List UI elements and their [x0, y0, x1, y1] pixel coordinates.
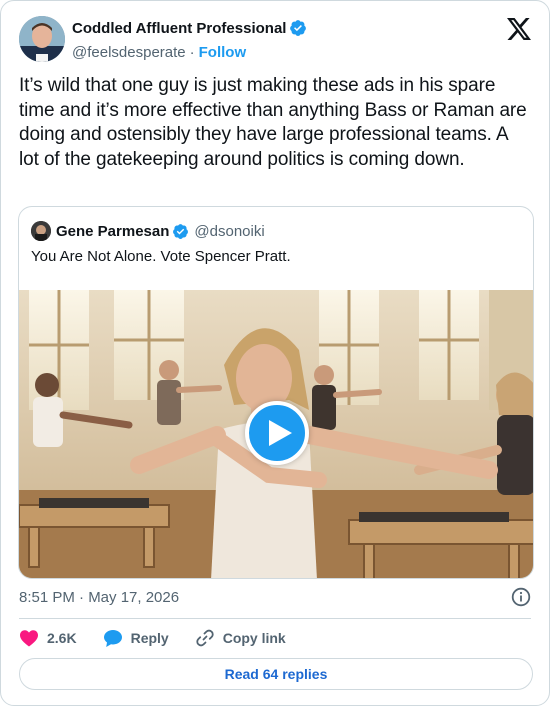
action-bar: 2.6K Reply Copy link: [19, 627, 286, 649]
verified-badge-icon: [290, 20, 307, 36]
reply-label: Reply: [130, 630, 169, 646]
author-avatar[interactable]: [19, 16, 65, 62]
read-replies-button[interactable]: Read 64 replies: [19, 658, 533, 690]
heart-icon: [20, 630, 38, 647]
quoted-author-name: Gene Parmesan: [56, 222, 170, 240]
verified-badge-icon: [173, 223, 189, 239]
reply-bubble-icon: [103, 629, 122, 647]
quoted-author-avatar: [31, 221, 51, 241]
quoted-post-header: Gene Parmesan @dsonoiki: [31, 221, 265, 241]
divider: [19, 618, 531, 619]
separator-dot: ·: [189, 43, 195, 61]
post-header: Coddled Affluent Professional @feelsdesp…: [19, 16, 531, 64]
quoted-post-text: You Are Not Alone. Vote Spencer Pratt.: [31, 248, 291, 265]
x-logo-icon[interactable]: [507, 18, 531, 40]
tweet-text: It’s wild that one guy is just making th…: [19, 75, 527, 170]
link-icon: [196, 629, 214, 647]
play-button[interactable]: [245, 401, 309, 465]
post-timestamp[interactable]: 8:51 PM · May 17, 2026: [19, 589, 179, 606]
embedded-post-card: Coddled Affluent Professional @feelsdesp…: [0, 0, 550, 706]
quoted-post[interactable]: Gene Parmesan @dsonoiki You Are Not Alon…: [18, 206, 534, 579]
copy-link-label: Copy link: [222, 630, 286, 646]
reply-button[interactable]: Reply: [103, 629, 169, 648]
video-thumbnail[interactable]: [19, 290, 533, 578]
like-count: 2.6K: [47, 630, 77, 646]
copy-link-button[interactable]: Copy link: [195, 628, 286, 648]
like-button[interactable]: 2.6K: [19, 629, 77, 647]
author-names: Coddled Affluent Professional @feelsdesp…: [72, 18, 307, 62]
quoted-author-handle: @dsonoiki: [194, 222, 265, 240]
author-display-name[interactable]: Coddled Affluent Professional: [72, 20, 286, 37]
info-icon[interactable]: [511, 587, 531, 607]
follow-button[interactable]: Follow: [199, 44, 247, 61]
play-icon: [269, 420, 292, 446]
author-handle[interactable]: @feelsdesperate: [72, 44, 186, 61]
